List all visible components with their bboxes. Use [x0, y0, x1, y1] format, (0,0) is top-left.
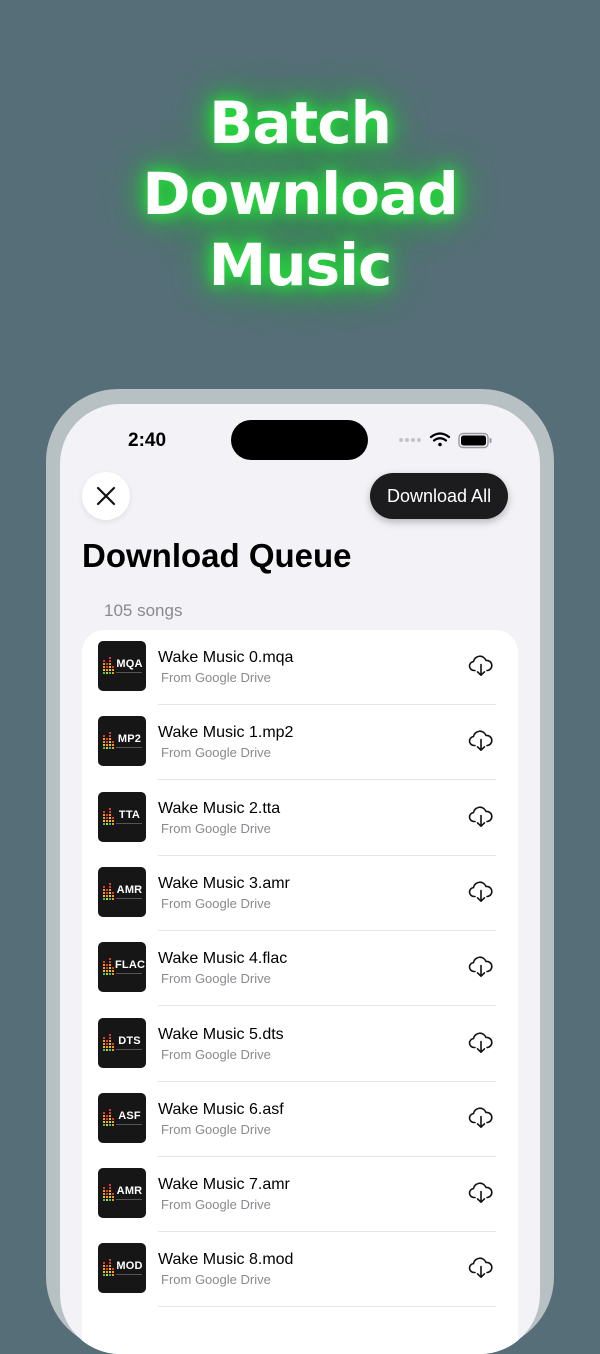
- equalizer-icon: [103, 657, 114, 674]
- song-source: From Google Drive: [161, 1272, 271, 1288]
- format-label: MP2: [117, 733, 142, 746]
- thumbnail-subline: [116, 1048, 142, 1050]
- list-item[interactable]: MP2 Wake Music 1.mp2 From Google Drive: [82, 705, 518, 781]
- wifi-icon: [429, 432, 451, 447]
- song-title: Wake Music 5.dts: [158, 1025, 284, 1043]
- headline-line: Download: [142, 160, 458, 228]
- album-thumbnail: TTA: [98, 791, 146, 842]
- song-source: From Google Drive: [161, 1197, 271, 1213]
- album-thumbnail: AMR: [98, 866, 146, 917]
- thumbnail-subline: [116, 1123, 142, 1125]
- album-thumbnail: MP2: [98, 716, 146, 767]
- cloud-download-icon[interactable]: [468, 1031, 494, 1055]
- dynamic-island: [231, 420, 368, 460]
- format-label: DTS: [118, 1034, 141, 1047]
- album-thumbnail: ASF: [98, 1092, 146, 1143]
- phone-screen: 2:40 Download All Download Queue 105 son…: [60, 404, 540, 1354]
- song-source: From Google Drive: [161, 1046, 271, 1062]
- song-title: Wake Music 0.mqa: [158, 649, 294, 666]
- song-title: Wake Music 1.mp2: [158, 724, 294, 742]
- page-title: Download Queue: [82, 537, 352, 574]
- song-source: From Google Drive: [161, 1121, 271, 1137]
- album-thumbnail: MQA: [98, 641, 146, 691]
- song-title: Wake Music 2.tta: [158, 799, 281, 817]
- close-button[interactable]: [82, 472, 130, 520]
- close-icon: [96, 486, 116, 506]
- song-title: Wake Music 6.asf: [158, 1100, 284, 1118]
- format-label: MOD: [116, 1260, 143, 1273]
- thumbnail-subline: [116, 897, 142, 899]
- cloud-download-icon[interactable]: [468, 1106, 494, 1130]
- format-label: FLAC: [115, 959, 146, 972]
- battery-icon: [458, 432, 492, 449]
- list-item[interactable]: MQA Wake Music 0.mqa From Google Drive: [82, 630, 518, 705]
- equalizer-icon: [103, 732, 114, 750]
- list-item[interactable]: ASF Wake Music 6.asf From Google Drive: [82, 1082, 518, 1157]
- song-list: MQA Wake Music 0.mqa From Google Drive M…: [82, 630, 518, 1354]
- cloud-download-icon[interactable]: [468, 805, 494, 829]
- song-source: From Google Drive: [161, 971, 271, 987]
- equalizer-icon: [103, 807, 114, 825]
- song-source: From Google Drive: [161, 895, 271, 911]
- equalizer-icon: [103, 882, 114, 900]
- list-item[interactable]: TTA Wake Music 2.tta From Google Drive: [82, 781, 518, 856]
- list-item[interactable]: AMR Wake Music 7.amr From Google Drive: [82, 1157, 518, 1233]
- thumbnail-subline: [116, 1274, 142, 1276]
- phone-frame: 2:40 Download All Download Queue 105 son…: [46, 389, 554, 1354]
- album-thumbnail: AMR: [98, 1168, 146, 1219]
- equalizer-icon: [103, 958, 114, 976]
- song-source: From Google Drive: [161, 745, 271, 761]
- format-label: AMR: [116, 1185, 143, 1198]
- thumbnail-subline: [116, 1199, 142, 1201]
- cloud-download-icon[interactable]: [468, 880, 494, 904]
- format-label: TTA: [118, 808, 141, 821]
- promo-headline: Batch Download Music: [0, 88, 600, 301]
- song-title: Wake Music 8.mod: [158, 1251, 294, 1269]
- format-label: AMR: [116, 883, 143, 896]
- equalizer-icon: [103, 1108, 114, 1126]
- album-thumbnail: FLAC: [98, 942, 146, 993]
- album-thumbnail: MOD: [98, 1243, 146, 1294]
- thumbnail-subline: [116, 822, 142, 824]
- thumbnail-subline: [116, 747, 142, 749]
- cloud-download-icon[interactable]: [468, 729, 494, 753]
- list-item[interactable]: DTS Wake Music 5.dts From Google Drive: [82, 1007, 518, 1082]
- cloud-download-icon[interactable]: [468, 1181, 494, 1205]
- song-title: Wake Music 7.amr: [158, 1176, 290, 1194]
- cloud-download-icon[interactable]: [468, 654, 494, 678]
- cloud-download-icon[interactable]: [468, 955, 494, 979]
- status-icons: [399, 432, 492, 449]
- cloud-download-icon[interactable]: [468, 1256, 494, 1280]
- thumbnail-subline: [116, 672, 142, 673]
- list-item[interactable]: AMR Wake Music 3.amr From Google Drive: [82, 856, 518, 931]
- signal-icon: [399, 438, 421, 442]
- headline-line: Music: [208, 231, 393, 299]
- thumbnail-subline: [116, 973, 142, 975]
- list-item[interactable]: FLAC Wake Music 4.flac From Google Drive: [82, 931, 518, 1007]
- headline-line: Batch: [209, 89, 392, 157]
- format-label: ASF: [118, 1109, 141, 1122]
- equalizer-icon: [103, 1259, 114, 1277]
- album-thumbnail: DTS: [98, 1017, 146, 1068]
- equalizer-icon: [103, 1033, 114, 1051]
- song-title: Wake Music 3.amr: [158, 874, 290, 892]
- song-source: From Google Drive: [161, 820, 271, 836]
- row-divider: [158, 1306, 496, 1308]
- list-item[interactable]: MOD Wake Music 8.mod From Google Drive: [82, 1232, 518, 1308]
- download-all-button[interactable]: Download All: [370, 473, 509, 519]
- format-label: MQA: [116, 658, 143, 670]
- song-title: Wake Music 4.flac: [158, 950, 288, 968]
- song-source: From Google Drive: [161, 670, 271, 685]
- song-count: 105 songs: [104, 601, 183, 620]
- equalizer-icon: [103, 1184, 114, 1202]
- status-time: 2:40: [128, 430, 167, 451]
